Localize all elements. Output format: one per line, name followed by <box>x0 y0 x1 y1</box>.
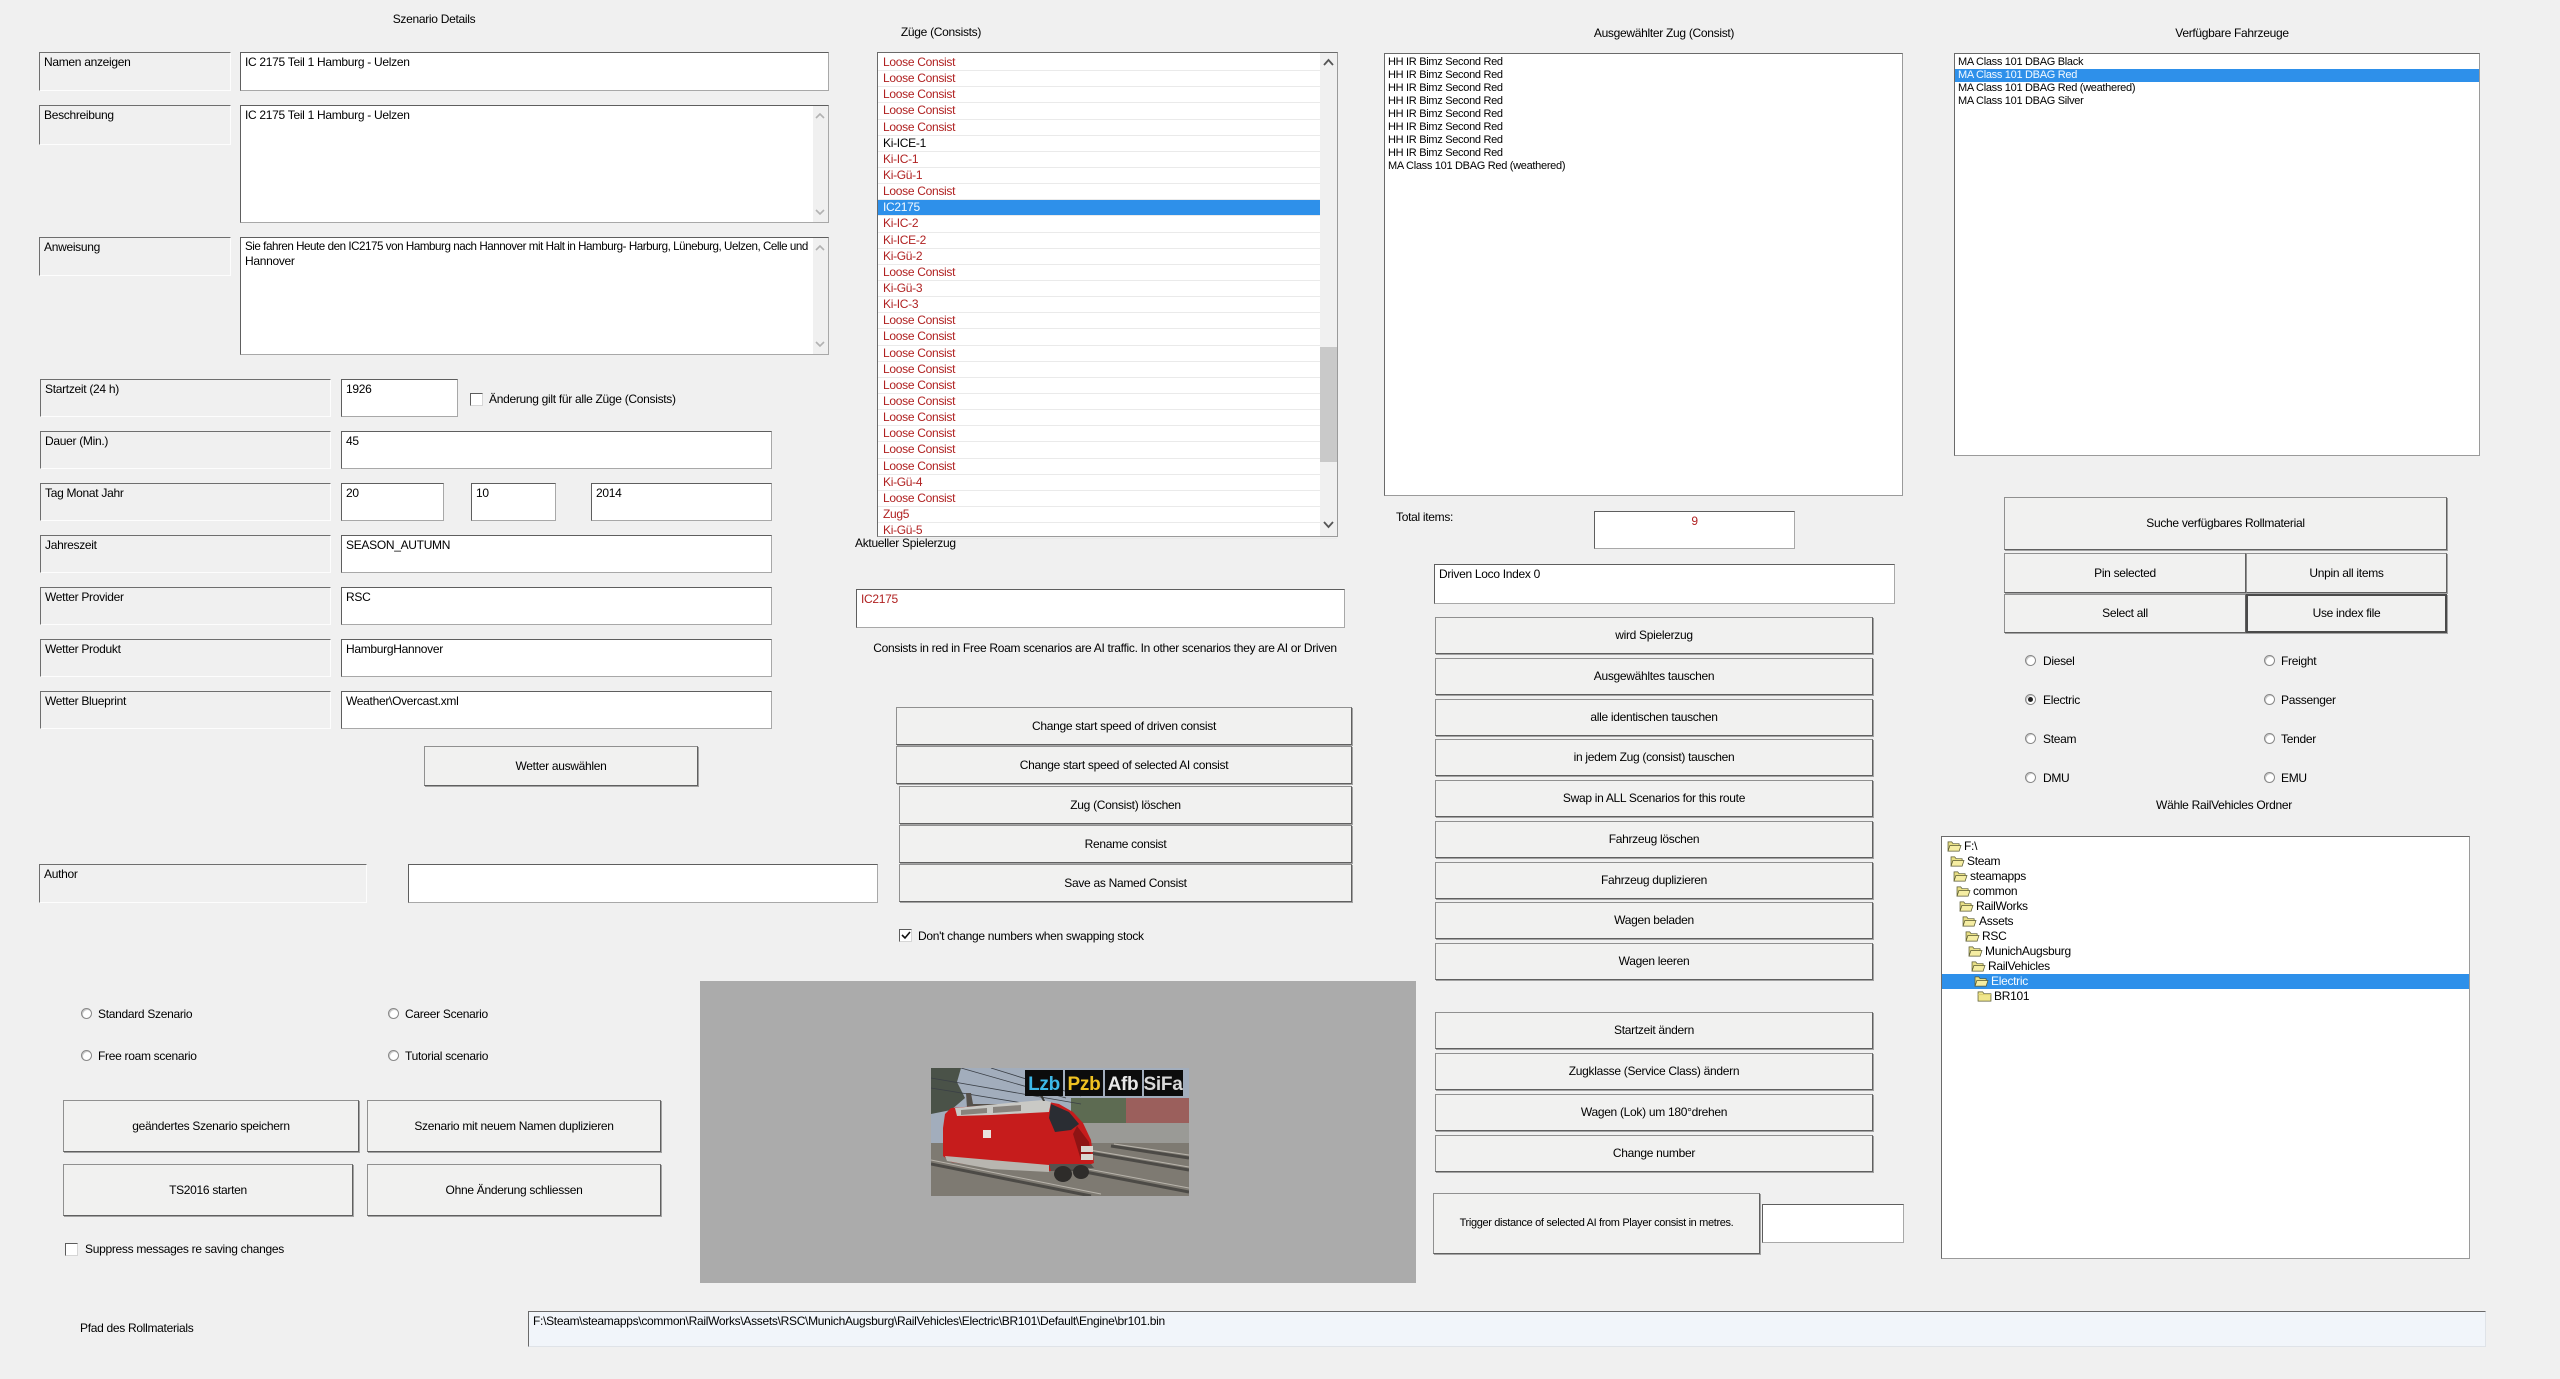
svg-text:Pzb: Pzb <box>1068 1074 1101 1095</box>
svg-text:Afb: Afb <box>1108 1074 1139 1095</box>
svg-text:SiFa: SiFa <box>1144 1074 1184 1095</box>
svg-text:Lzb: Lzb <box>1028 1074 1060 1095</box>
